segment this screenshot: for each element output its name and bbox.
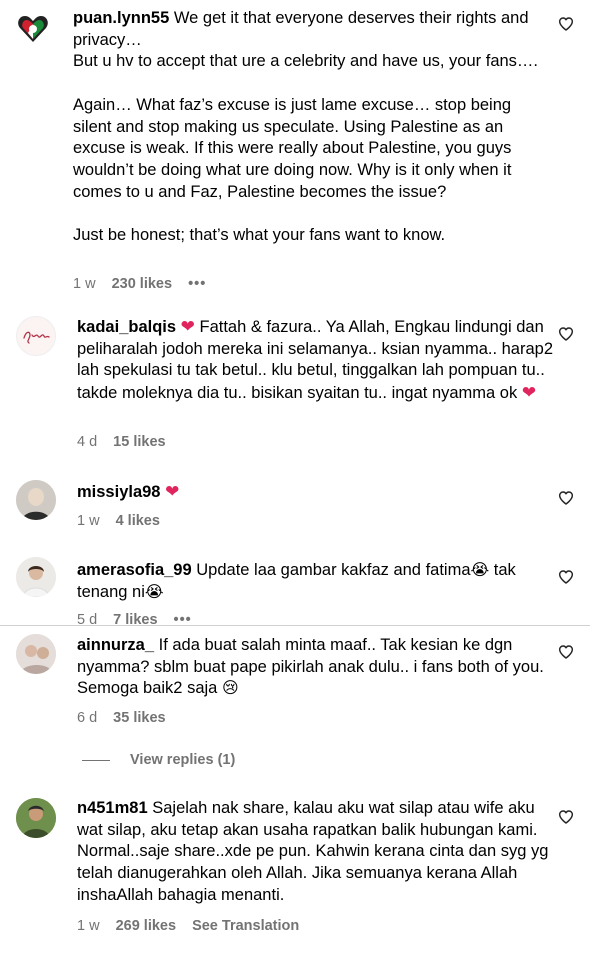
username[interactable]: n451m81 — [77, 799, 148, 817]
heart-outline-icon[interactable] — [558, 326, 574, 342]
heart-outline-icon[interactable] — [558, 569, 574, 585]
comment-text: Update laa gambar kakfaz and fatima — [191, 561, 471, 579]
comment-body: n451m81 Sajelah nak share, kalau aku wat… — [77, 798, 555, 907]
red-heart-emoji: ❤ — [521, 383, 537, 403]
profile-photo-icon — [16, 480, 56, 520]
red-heart-emoji: ❤ — [180, 317, 195, 336]
likes-count[interactable]: 15 likes — [113, 434, 165, 450]
avatar[interactable] — [16, 316, 56, 356]
likes-count[interactable]: 4 likes — [116, 513, 160, 529]
sad-emoji: 😢 — [221, 680, 239, 698]
divider — [0, 625, 590, 626]
username[interactable]: kadai_balqis — [77, 318, 176, 336]
replies-dash — [82, 759, 110, 761]
comment-time[interactable]: 1 w — [77, 513, 100, 529]
comment-meta: 6 d 35 likes — [77, 710, 166, 726]
username[interactable]: amerasofia_99 — [77, 561, 192, 579]
loudly-crying-emoji: 😭 — [144, 583, 164, 601]
comment-body: amerasofia_99 Update laa gambar kakfaz a… — [77, 560, 555, 603]
view-replies-button[interactable]: View replies (1) — [82, 752, 235, 768]
avatar[interactable] — [16, 557, 56, 597]
comment-body: missiyla98 ❤ — [77, 481, 555, 504]
comment-meta: 4 d 15 likes — [77, 434, 166, 450]
comment-text: We get it that everyone deserves their r… — [73, 9, 539, 245]
likes-count[interactable]: 269 likes — [116, 918, 176, 934]
comment-time[interactable]: 4 d — [77, 434, 97, 450]
comment-time[interactable]: 6 d — [77, 710, 97, 726]
comment-text: Sajelah nak share, kalau aku wat silap a… — [77, 799, 554, 904]
avatar[interactable] — [16, 480, 56, 520]
comment-meta: 1 w 230 likes ••• — [73, 276, 206, 292]
comment-time[interactable]: 1 w — [77, 918, 100, 934]
palestine-heart-avatar-icon — [13, 9, 53, 49]
avatar[interactable] — [16, 634, 56, 674]
comment-body: ainnurza_ If ada buat salah minta maaf..… — [77, 635, 555, 700]
heart-outline-icon[interactable] — [558, 644, 574, 660]
likes-count[interactable]: 230 likes — [112, 276, 172, 292]
loudly-crying-emoji: 😭 — [470, 562, 490, 579]
see-translation-button[interactable]: See Translation — [192, 918, 299, 934]
comment-time[interactable]: 1 w — [73, 276, 96, 292]
heart-outline-icon[interactable] — [558, 809, 574, 825]
username[interactable]: ainnurza_ — [77, 636, 154, 654]
red-heart-emoji: ❤ — [165, 482, 180, 501]
profile-photo-icon — [16, 634, 56, 674]
heart-outline-icon[interactable] — [558, 16, 574, 32]
username[interactable]: missiyla98 — [77, 483, 160, 501]
avatar[interactable] — [16, 798, 56, 838]
comment-meta: 1 w 4 likes — [77, 513, 160, 529]
profile-photo-icon — [16, 798, 56, 838]
likes-count[interactable]: 35 likes — [113, 710, 165, 726]
more-options-icon[interactable]: ••• — [188, 276, 206, 292]
script-logo-avatar-icon — [23, 331, 50, 344]
heart-outline-icon[interactable] — [558, 490, 574, 506]
comment-body: puan.lynn55 We get it that everyone dese… — [73, 8, 551, 247]
comment-meta: 1 w 269 likes See Translation — [77, 918, 299, 934]
comment-body: kadai_balqis ❤ Fattah & fazura.. Ya Alla… — [77, 316, 555, 405]
username[interactable]: puan.lynn55 — [73, 9, 169, 27]
avatar[interactable] — [13, 9, 53, 49]
profile-photo-icon — [16, 557, 56, 597]
view-replies-label: View replies (1) — [130, 752, 236, 768]
